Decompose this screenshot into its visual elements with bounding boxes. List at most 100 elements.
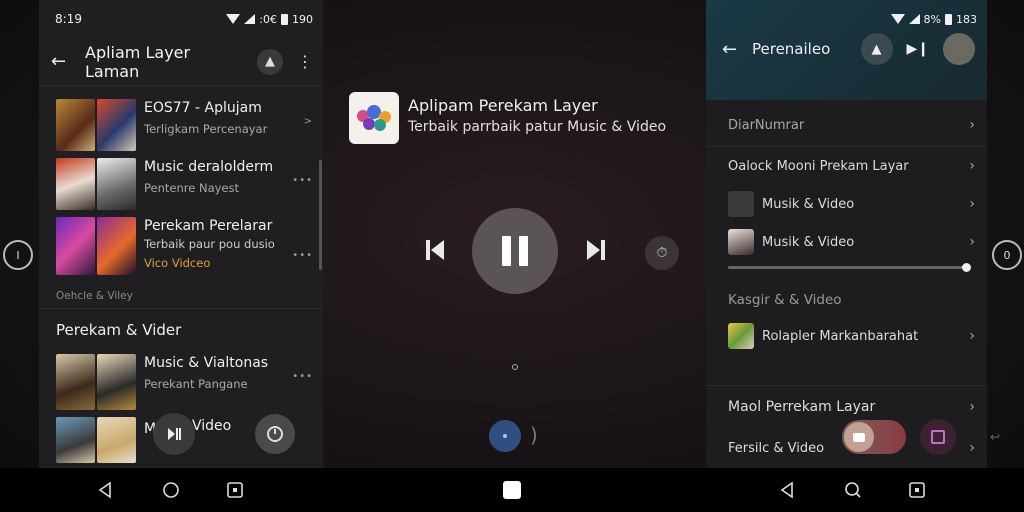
bracket-icon: ) (530, 423, 538, 447)
wifi-icon (890, 14, 905, 24)
home-nav-icon[interactable] (162, 481, 180, 499)
toggle-switch[interactable] (842, 420, 906, 454)
item-tag: Vico Vidceo (144, 256, 211, 270)
left-app-bar: ← Apliam Layer Laman ▲ ⋮ (39, 38, 323, 86)
pause-icon (502, 236, 511, 266)
list-item[interactable]: EOS77 - Aplujam Terligkam Percenayar > (39, 96, 323, 155)
chat-icon (853, 432, 865, 442)
list-item[interactable]: Music deralolderm Pentenre Nayest ••• (39, 155, 323, 214)
profile-avatar[interactable]: ▲ (257, 48, 283, 75)
back-arrow-icon[interactable]: ← (51, 51, 71, 72)
settings-row[interactable]: Musik & Video › (706, 185, 987, 223)
battery-icon (281, 13, 288, 25)
app-thumb-icon (728, 323, 754, 349)
row-label: Musik & Video (762, 196, 855, 212)
person-icon: ▲ (871, 41, 882, 57)
item-more[interactable]: ••• (292, 250, 313, 261)
slider-thumb[interactable] (962, 263, 971, 272)
row-label: Fersilc & Video (728, 440, 825, 456)
swipe-hint-icon: ↩ (990, 430, 1001, 444)
timer-icon (267, 426, 283, 442)
page-title: Apliam Layer Laman (85, 42, 191, 81)
signal-icon (244, 14, 256, 24)
settings-row[interactable]: Oalock Mooni Prekam Layar › (706, 147, 987, 185)
toggle-knob (844, 422, 874, 452)
previous-icon[interactable] (424, 238, 446, 262)
pause-button[interactable] (472, 208, 558, 294)
item-chevron[interactable]: > (304, 116, 313, 127)
battery-text: 190 (292, 12, 313, 26)
status-extra: :0€ (259, 12, 277, 26)
scrollbar[interactable] (319, 160, 322, 270)
chevron-right-icon: › (969, 196, 975, 212)
row-label: Maol Perrekam Layar (728, 399, 876, 415)
settings-row[interactable]: Musik & Video › (706, 223, 987, 261)
recents-nav-icon[interactable] (226, 481, 244, 499)
item-title: Music & Vialtonas (144, 355, 269, 371)
image-icon (931, 430, 945, 444)
right-edge-button[interactable]: 0 (992, 240, 1022, 270)
left-panel: 8:19 :0€ 190 ← Apliam Layer Laman ▲ ⋮ EO… (39, 0, 323, 468)
user-avatar[interactable] (943, 33, 975, 65)
item-subtitle: Perekant Pangane (144, 377, 248, 391)
right-header: 8% 183 ← Perenaileo ▲ ▶❙ (706, 0, 987, 100)
row-label: Oalock Mooni Prekam Layar (728, 158, 909, 174)
album-art-icon (357, 105, 391, 131)
left-edge-button[interactable]: I (3, 240, 33, 270)
item-more[interactable]: ••• (292, 175, 313, 186)
item-thumbnail (56, 354, 136, 410)
item-thumbnail (56, 417, 136, 463)
chevron-right-icon: › (969, 328, 975, 344)
chevron-right-icon: › (969, 440, 975, 456)
battery-icon (945, 13, 952, 25)
sleep-timer-button[interactable]: ⏱ (645, 236, 679, 270)
item-title-end: Video (192, 418, 232, 434)
row-label: Musik & Video (762, 234, 855, 250)
page-indicator-dot (512, 364, 518, 370)
settings-row[interactable]: Rolapler Markanbarahat › (706, 315, 987, 357)
settings-row[interactable]: DiarNumrar › (706, 106, 987, 144)
chevron-right-icon: › (969, 234, 975, 250)
cast-button[interactable] (153, 413, 195, 455)
status-time: 183 (956, 12, 977, 26)
item-more[interactable]: ••• (292, 371, 313, 382)
battery-text: 8% (923, 12, 941, 26)
wifi-icon (226, 14, 241, 24)
chevron-right-icon: › (969, 117, 975, 133)
item-thumbnail (56, 99, 136, 151)
section-label: Kasgir & & Video (728, 292, 842, 308)
list-item[interactable]: Perekam Perelarar Terbaik paur pou dusio… (39, 214, 323, 278)
item-subtitle: Pentenre Nayest (144, 181, 239, 195)
now-playing-artwork[interactable] (349, 92, 399, 144)
back-nav-icon[interactable] (778, 481, 796, 499)
search-nav-icon[interactable] (844, 481, 862, 499)
recents-nav-icon[interactable] (908, 481, 926, 499)
item-title: EOS77 - Aplujam (144, 100, 262, 116)
right-app-bar: ← Perenaileo ▲ ▶❙ (706, 18, 987, 80)
now-playing-title: Aplipam Perekam Layer (408, 96, 598, 115)
volume-slider[interactable] (706, 261, 987, 275)
list-item[interactable]: Music & Vialtonas Perekant Pangane ••• (39, 351, 323, 410)
gallery-button[interactable] (920, 419, 956, 455)
skip-next-icon[interactable]: ▶❙ (903, 41, 934, 57)
record-indicator[interactable] (489, 420, 521, 452)
back-nav-icon[interactable] (96, 481, 114, 499)
timer-fab[interactable] (255, 414, 295, 454)
music-icon (728, 191, 754, 217)
chevron-right-icon: › (969, 399, 975, 415)
row-label: DiarNumrar (728, 117, 805, 133)
section-caption: Oehcle & Viley (56, 290, 133, 302)
item-subtitle: Terligkam Percenayar (144, 122, 268, 136)
timer-icon: ⏱ (656, 245, 668, 261)
more-menu-icon[interactable]: ⋮ (297, 52, 313, 71)
account-button[interactable]: ▲ (860, 33, 893, 65)
play-skip-icon (168, 428, 181, 440)
video-thumb-icon (728, 229, 754, 255)
now-playing-subtitle: Terbaik parrbaik patur Music & Video (408, 119, 667, 135)
item-title: Music deralolderm (144, 159, 274, 175)
back-arrow-icon[interactable]: ← (722, 39, 742, 60)
right-panel: 8% 183 ← Perenaileo ▲ ▶❙ DiarNumrar › Oa… (706, 0, 987, 468)
next-icon[interactable] (585, 238, 607, 262)
center-nav-button[interactable] (503, 481, 521, 499)
page-title: Perenaileo (752, 40, 831, 58)
